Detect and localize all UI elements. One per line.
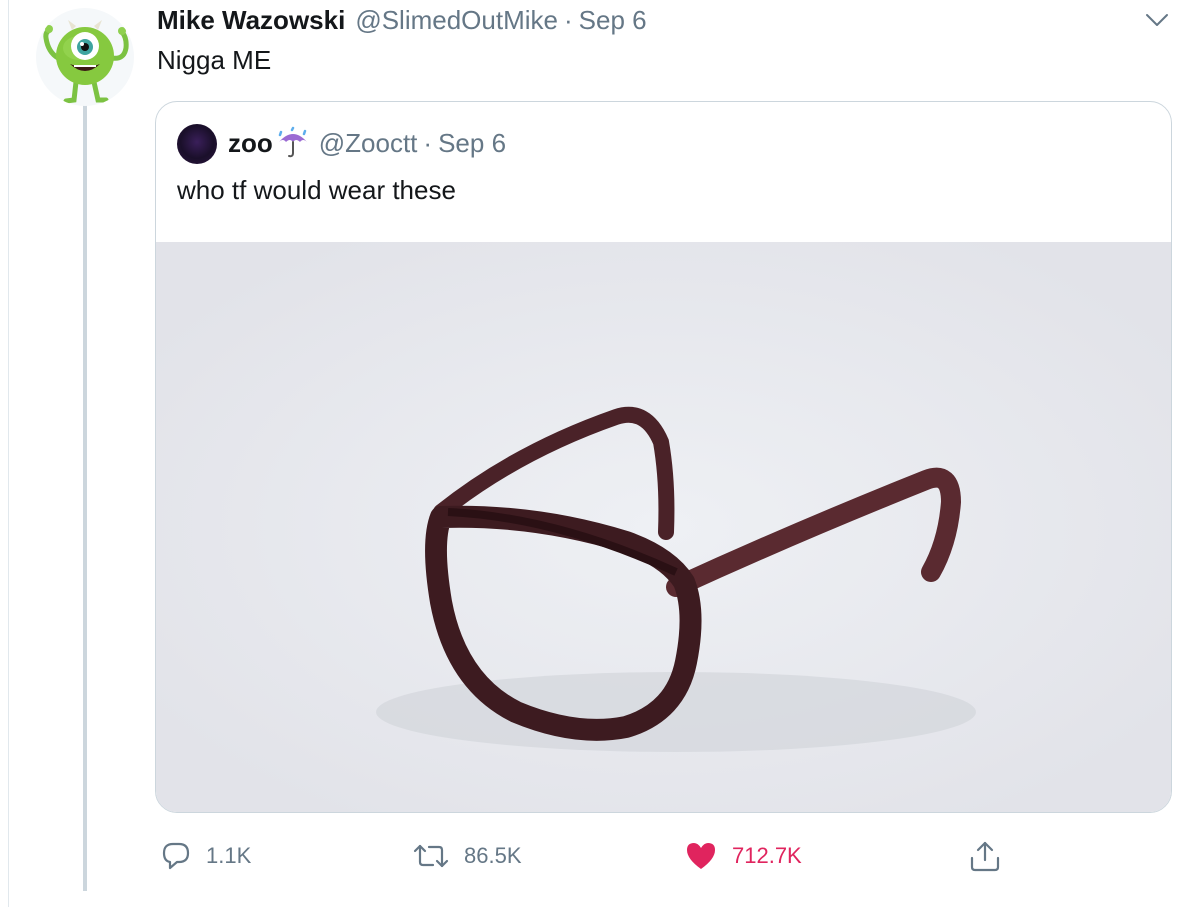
reply-count: 1.1K <box>206 843 252 868</box>
tweet-header: Mike Wazowski @SlimedOutMike · Sep 6 <box>157 4 647 36</box>
tweet-text: Nigga ME <box>157 45 272 75</box>
left-border <box>8 0 9 907</box>
reply-icon <box>162 842 190 870</box>
eyeglasses-photo <box>156 242 1171 812</box>
tweet-menu-button[interactable] <box>1142 4 1172 34</box>
quoted-author-name: zoo <box>228 127 273 158</box>
like-count: 712.7K <box>732 843 802 868</box>
header-separator: · <box>563 4 573 35</box>
share-button[interactable] <box>968 826 1016 886</box>
retweet-button[interactable]: 86.5K <box>412 826 522 886</box>
thread-line <box>83 104 87 891</box>
umbrella-with-rain-drops-icon <box>278 126 307 158</box>
quoted-author-avatar <box>177 124 217 164</box>
share-icon <box>970 841 1000 872</box>
quoted-tweet-date: Sep 6 <box>438 127 507 158</box>
quoted-tweet-header: zoo @Zooctt · Sep 6 <box>228 126 506 160</box>
author-handle[interactable]: @SlimedOutMike <box>355 5 558 36</box>
quoted-tweet-image[interactable] <box>156 242 1171 812</box>
reply-button[interactable]: 1.1K <box>160 826 251 886</box>
quoted-tweet-card[interactable]: zoo @Zooctt · Sep 6 who tf would wear th… <box>155 101 1172 813</box>
quoted-tweet-text: who tf would wear these <box>177 175 456 205</box>
like-button[interactable]: 712.7K <box>684 826 802 886</box>
tweet-actions: 1.1K 86.5K 712.7K <box>0 826 1202 886</box>
author-avatar[interactable] <box>36 8 134 106</box>
quoted-header-separator: · <box>423 127 433 158</box>
mike-wazowski-avatar-icon <box>43 20 129 104</box>
quoted-author-handle: @Zooctt <box>318 127 418 158</box>
author-name[interactable]: Mike Wazowski <box>157 5 345 36</box>
heart-icon <box>687 843 715 869</box>
tweet-date[interactable]: Sep 6 <box>579 5 647 36</box>
retweet-count: 86.5K <box>464 843 522 868</box>
chevron-down-icon <box>1146 14 1168 26</box>
retweet-icon <box>413 844 449 868</box>
